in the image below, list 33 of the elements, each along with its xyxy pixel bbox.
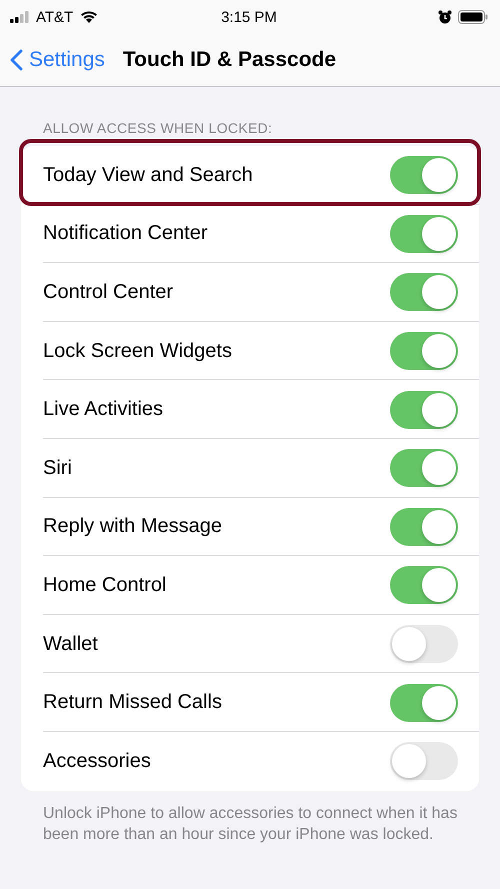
toggle-switch[interactable] — [390, 449, 458, 488]
setting-label: Live Activities — [43, 398, 164, 422]
toggle-switch[interactable] — [390, 332, 458, 370]
toggle-switch[interactable] — [390, 508, 458, 546]
wifi-icon — [79, 10, 100, 24]
chevron-left-icon — [10, 49, 23, 71]
setting-label: Reply with Message — [43, 515, 222, 538]
page-title: Touch ID & Passcode — [122, 48, 336, 72]
toggle-switch[interactable] — [390, 390, 458, 429]
setting-label: Siri — [43, 456, 72, 480]
setting-label: Lock Screen Widgets — [43, 340, 232, 363]
toggle-switch[interactable] — [390, 566, 458, 604]
back-button[interactable]: Settings — [10, 48, 105, 72]
setting-label: Notification Center — [43, 222, 208, 246]
toggle-switch[interactable] — [390, 273, 458, 312]
setting-label: Accessories — [43, 750, 151, 773]
carrier-name: AT&T — [36, 8, 74, 26]
toggle-switch[interactable] — [390, 742, 458, 780]
toggle-switch[interactable] — [390, 156, 458, 194]
toggle-switch[interactable] — [390, 625, 458, 664]
clock-time: 3:15 PM — [221, 8, 277, 26]
setting-label: Today View and Search — [43, 164, 253, 187]
setting-label: Control Center — [43, 280, 174, 304]
alarm-icon — [438, 10, 452, 24]
setting-label: Wallet — [43, 632, 98, 656]
footer-note: Unlock iPhone to allow accessories to connect when it has been more than an hour since your iPhone was locked. — [42, 804, 458, 846]
setting-label: Return Missed Calls — [43, 691, 222, 714]
signal-icon — [10, 11, 30, 23]
setting-label: Home Control — [43, 574, 166, 597]
battery-icon — [458, 10, 488, 24]
toggle-switch[interactable] — [390, 214, 458, 253]
toggle-switch[interactable] — [390, 684, 458, 722]
section-header: ALLOW ACCESS WHEN LOCKED: — [42, 119, 274, 138]
